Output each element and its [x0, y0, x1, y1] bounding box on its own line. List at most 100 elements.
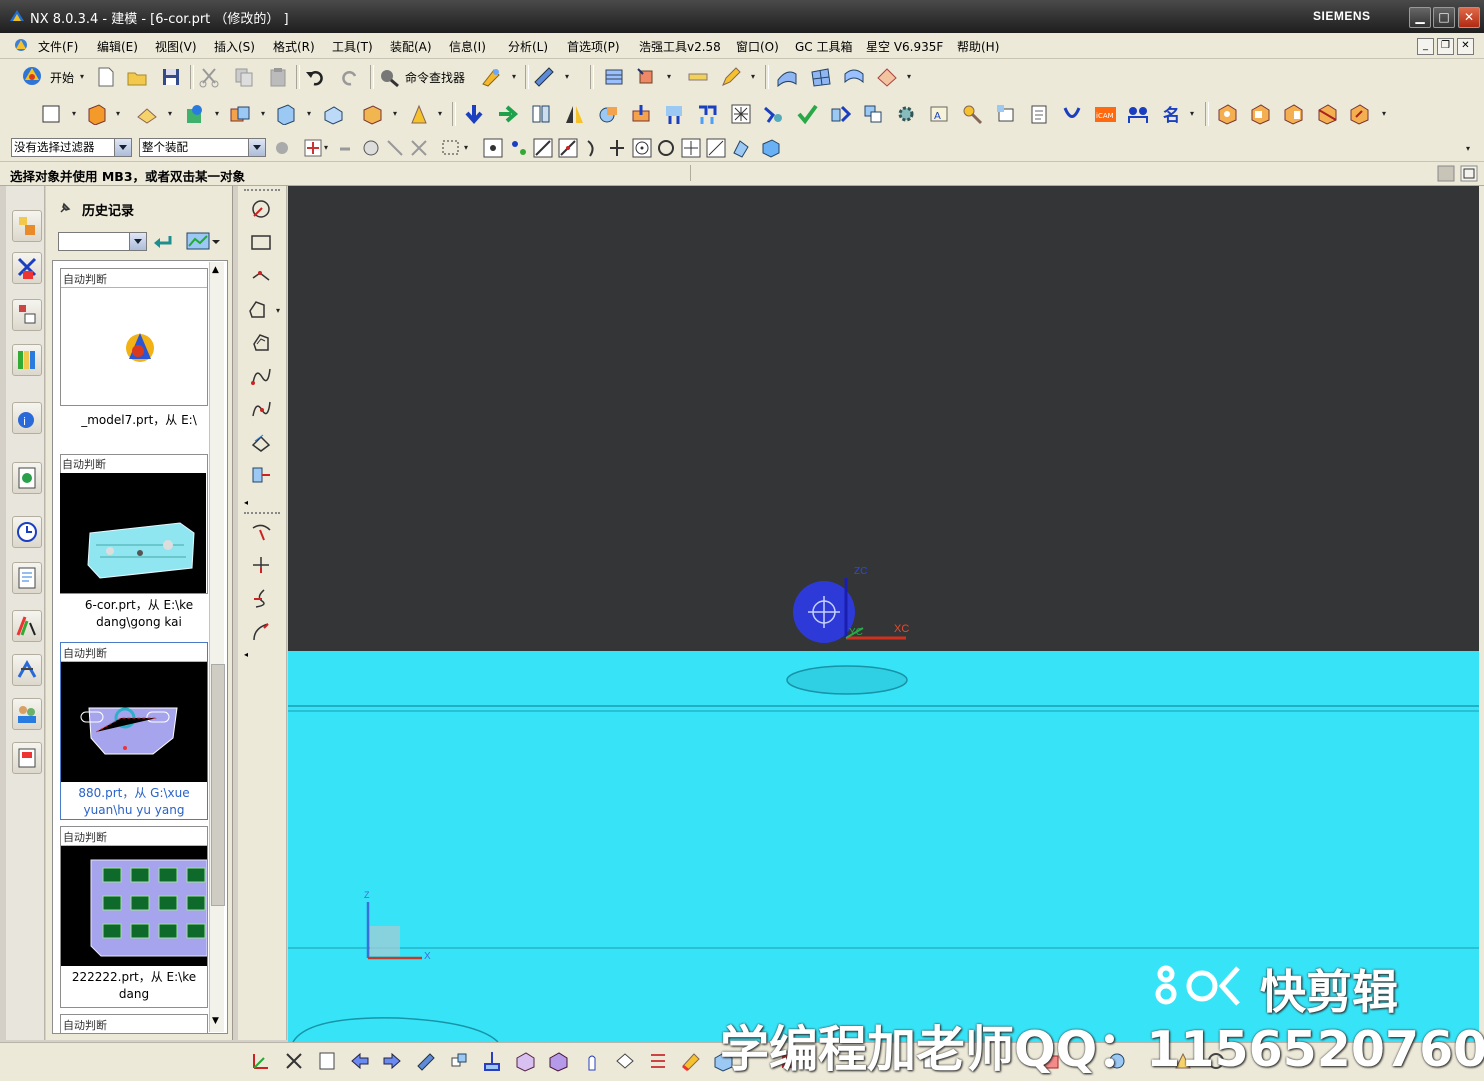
- electrode-icon[interactable]: [995, 103, 1017, 125]
- surface-mesh-icon[interactable]: [776, 66, 798, 88]
- wcs-display-icon[interactable]: [316, 1050, 338, 1072]
- snap-surface-icon[interactable]: [730, 137, 752, 159]
- history-card-222222[interactable]: 自动判断 222222.prt，从 E:\ke dang: [60, 826, 208, 1008]
- history-scroll-thumb[interactable]: [211, 664, 225, 906]
- view-iso-icon[interactable]: [1316, 103, 1338, 125]
- tool-path-icon[interactable]: [1061, 103, 1083, 125]
- previous-view-icon[interactable]: [349, 1050, 371, 1072]
- undo-icon[interactable]: [304, 66, 326, 88]
- close-button[interactable]: ✕: [1458, 7, 1480, 28]
- snap-center-icon[interactable]: [631, 137, 653, 159]
- pin-icon[interactable]: [58, 201, 72, 215]
- history-scrollbar[interactable]: ▲ ▼: [209, 262, 225, 1032]
- key-tool-icon[interactable]: [961, 103, 983, 125]
- command-finder-button[interactable]: 命令查找器: [405, 69, 465, 86]
- snap-midpoint-icon[interactable]: [557, 137, 579, 159]
- quick-pick-icon[interactable]: [408, 137, 430, 159]
- pattern-curve-icon[interactable]: [250, 431, 272, 453]
- menu-xingkong[interactable]: 星空 V6.935F: [866, 38, 943, 55]
- touch-mode-icon[interactable]: [480, 66, 502, 88]
- group-tool-icon[interactable]: [1127, 103, 1149, 125]
- rotate-view-icon[interactable]: [414, 1050, 436, 1072]
- select-all-icon[interactable]: [360, 137, 382, 159]
- manufacturing-wizards-tab[interactable]: [12, 610, 42, 642]
- rectangle-icon[interactable]: [250, 232, 272, 254]
- move-face-icon[interactable]: [463, 103, 485, 125]
- menu-insert[interactable]: 插入(S): [214, 38, 255, 55]
- roles-tab[interactable]: [12, 654, 42, 686]
- history-card-model7[interactable]: 自动判断: [60, 268, 208, 406]
- snap-grid-icon[interactable]: [730, 103, 752, 125]
- undo-selection-icon[interactable]: [334, 137, 356, 159]
- delete-face-icon[interactable]: [630, 103, 652, 125]
- wcs-dynamics-icon[interactable]: [283, 1050, 305, 1072]
- graphics-window[interactable]: ZC XC YC Z X: [288, 186, 1479, 1042]
- sketch-constraint-icon[interactable]: [762, 103, 784, 125]
- gear-tool-icon[interactable]: [895, 103, 917, 125]
- ruler-icon[interactable]: [687, 66, 709, 88]
- web-browser-tab[interactable]: [12, 462, 42, 494]
- snap-quadrant-icon[interactable]: [655, 137, 677, 159]
- copy-icon[interactable]: [233, 66, 255, 88]
- wcs-origin-icon[interactable]: [250, 1050, 272, 1072]
- deselect-icon[interactable]: [384, 137, 406, 159]
- system-scenes-tab[interactable]: [12, 698, 42, 730]
- menu-help[interactable]: 帮助(H): [957, 38, 999, 55]
- pattern-face-icon[interactable]: [530, 103, 552, 125]
- menu-edit[interactable]: 编辑(E): [97, 38, 138, 55]
- draft-icon[interactable]: [408, 103, 430, 125]
- menu-analysis[interactable]: 分析(L): [508, 38, 548, 55]
- selection-scope-select[interactable]: 整个装配: [139, 138, 266, 157]
- assembly-navigator-tab[interactable]: [12, 210, 42, 242]
- hole-icon[interactable]: [183, 103, 205, 125]
- menu-tools[interactable]: 工具(T): [332, 38, 373, 55]
- model-view[interactable]: [288, 186, 1479, 1042]
- view-trimetric-icon[interactable]: [1348, 103, 1370, 125]
- hand-select-icon[interactable]: [581, 1050, 603, 1072]
- type-filter-select[interactable]: 没有选择过滤器: [11, 138, 132, 157]
- datum-plane-icon[interactable]: [136, 103, 158, 125]
- split-body-icon[interactable]: [696, 103, 718, 125]
- wave-link-icon[interactable]: [829, 103, 851, 125]
- sketch-icon[interactable]: [40, 103, 62, 125]
- history-card-partial[interactable]: 自动判断: [60, 1014, 208, 1034]
- doc-close-button[interactable]: ✕: [1457, 38, 1474, 55]
- snap-arc-icon[interactable]: [582, 137, 604, 159]
- command-finder-icon[interactable]: [378, 66, 400, 88]
- chamfer-icon[interactable]: [361, 103, 383, 125]
- status-expand-icon[interactable]: [1460, 165, 1478, 182]
- view-right-icon[interactable]: [1282, 103, 1304, 125]
- menu-view[interactable]: 视图(V): [155, 38, 197, 55]
- doc-minimize-button[interactable]: _: [1417, 38, 1434, 55]
- snap-control-icon[interactable]: [508, 137, 530, 159]
- selection-intent-icon[interactable]: [302, 137, 324, 159]
- polygon-icon[interactable]: [246, 299, 268, 321]
- redo-icon[interactable]: [339, 66, 361, 88]
- offset-region-icon[interactable]: [862, 103, 884, 125]
- app-menu-icon[interactable]: [12, 37, 30, 53]
- wireframe-view-icon[interactable]: [547, 1050, 569, 1072]
- view-top-icon[interactable]: [1216, 103, 1238, 125]
- selection-scope-arrow-icon[interactable]: [248, 139, 265, 156]
- menu-gc-toolbox[interactable]: GC 工具箱: [795, 38, 853, 55]
- next-view-icon[interactable]: [381, 1050, 403, 1072]
- swept-surface-icon[interactable]: [843, 66, 865, 88]
- report-icon[interactable]: [1028, 103, 1050, 125]
- mirror-face-icon[interactable]: [563, 103, 585, 125]
- layer-settings-icon[interactable]: [603, 66, 625, 88]
- fillet-icon[interactable]: [250, 620, 272, 642]
- surface-grid-icon[interactable]: [810, 66, 832, 88]
- menu-window[interactable]: 窗口(O): [736, 38, 779, 55]
- scroll-down-icon[interactable]: ▼: [212, 1016, 219, 1026]
- paste-icon[interactable]: [267, 66, 289, 88]
- history-tab[interactable]: [12, 516, 42, 548]
- start-icon[interactable]: [21, 65, 43, 87]
- snap-on-curve-icon[interactable]: [705, 137, 727, 159]
- sketch-pencil-icon[interactable]: [720, 66, 742, 88]
- quick-trim-icon[interactable]: [250, 520, 272, 542]
- history-filter-arrow-icon[interactable]: [129, 233, 146, 250]
- reuse-library-tab[interactable]: [12, 344, 42, 376]
- quick-extend-icon[interactable]: [250, 554, 272, 576]
- history-card-880[interactable]: 自动判断 880.prt，从 G:\xue yuan\hu yu yang: [60, 642, 208, 820]
- back-arrow-icon[interactable]: [152, 232, 174, 250]
